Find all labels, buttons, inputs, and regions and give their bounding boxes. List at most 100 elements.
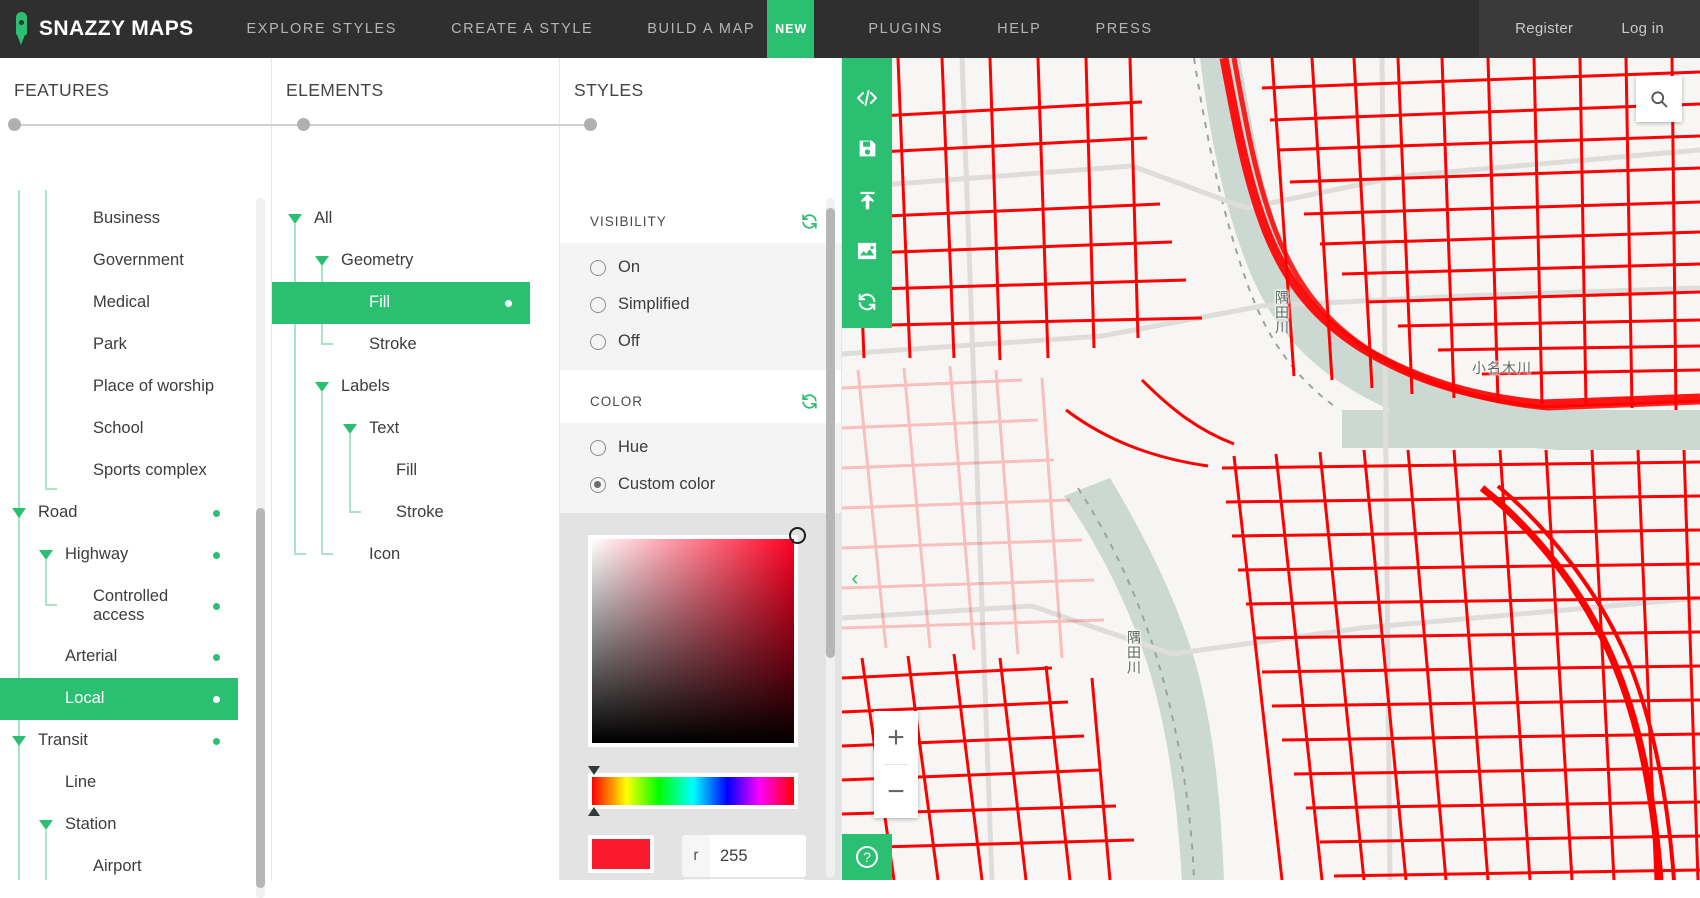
styles-scroll-area[interactable]: VISIBILITY On Simplified Off xyxy=(560,190,841,880)
login-link[interactable]: Log in xyxy=(1597,0,1688,58)
publish-style-button[interactable] xyxy=(842,174,892,225)
preview-image-button[interactable] xyxy=(842,226,892,277)
features-item-transit[interactable]: Transit xyxy=(0,720,238,762)
reset-style-button[interactable] xyxy=(842,277,892,328)
radio-simplified-icon[interactable] xyxy=(590,297,606,313)
elements-item-text[interactable]: Text xyxy=(272,408,530,450)
map-label-canal: 小名木川 xyxy=(1472,358,1532,378)
styles-panel: STYLES VISIBILITY On Simplified xyxy=(560,58,842,880)
map-search-button[interactable] xyxy=(1636,76,1682,122)
elements-item-all[interactable]: All xyxy=(272,198,530,240)
elements-item-stroke[interactable]: Stroke xyxy=(272,324,530,366)
chevron-down-icon[interactable] xyxy=(39,550,53,560)
reset-color-icon[interactable] xyxy=(800,392,819,411)
elements-item-stroke[interactable]: Stroke xyxy=(272,492,530,534)
features-item-school[interactable]: School xyxy=(0,408,238,450)
saturation-value-cursor[interactable] xyxy=(789,527,806,544)
features-item-station[interactable]: Station xyxy=(0,804,238,846)
color-value-row: r g xyxy=(588,835,813,880)
features-item-government[interactable]: Government xyxy=(0,240,238,282)
features-item-medical[interactable]: Medical xyxy=(0,282,238,324)
styled-indicator-dot xyxy=(213,738,220,745)
map-canvas[interactable] xyxy=(842,58,1700,880)
saturation-value-gradient[interactable] xyxy=(592,539,794,743)
zoom-out-button[interactable]: − xyxy=(874,765,918,818)
chevron-down-icon[interactable] xyxy=(12,736,26,746)
radio-on-icon[interactable] xyxy=(590,260,606,276)
color-option-hue[interactable]: Hue xyxy=(560,429,841,466)
help-button[interactable]: ? xyxy=(842,834,892,880)
current-color-swatch[interactable] xyxy=(588,835,654,873)
elements-item-icon[interactable]: Icon xyxy=(272,534,530,576)
nav-label: BUILD A MAP xyxy=(647,0,755,58)
features-item-park[interactable]: Park xyxy=(0,324,238,366)
nav-press[interactable]: PRESS xyxy=(1068,0,1179,58)
features-item-business[interactable]: Business xyxy=(0,198,238,240)
features-item-line[interactable]: Line xyxy=(0,762,238,804)
features-panel: FEATURES BusinessGovernmentMedicalParkPl… xyxy=(0,58,272,880)
collapse-panels-button[interactable]: ‹ xyxy=(842,556,868,602)
radio-off-icon[interactable] xyxy=(590,334,606,350)
features-item-airport[interactable]: Airport xyxy=(0,846,238,880)
styles-scrollbar-thumb[interactable] xyxy=(826,208,835,658)
elements-item-geometry[interactable]: Geometry xyxy=(272,240,530,282)
elements-item-labels[interactable]: Labels xyxy=(272,366,530,408)
elements-item-fill[interactable]: Fill xyxy=(272,282,530,324)
chevron-down-icon[interactable] xyxy=(39,820,53,830)
elements-item-label: Fill xyxy=(369,293,390,312)
r-channel-input[interactable] xyxy=(710,835,806,877)
brand-logo[interactable]: SNAZZY MAPS xyxy=(0,0,220,58)
save-style-button[interactable] xyxy=(842,123,892,174)
zoom-in-button[interactable]: + xyxy=(874,711,918,764)
chevron-down-icon[interactable] xyxy=(315,382,329,392)
chevron-down-icon[interactable] xyxy=(315,256,329,266)
visibility-option-on[interactable]: On xyxy=(560,249,841,286)
nav-create-a-style[interactable]: CREATE A STYLE xyxy=(424,0,620,58)
features-item-highway[interactable]: Highway xyxy=(0,534,238,576)
features-item-sports-complex[interactable]: Sports complex xyxy=(0,450,238,492)
map-label-river-2: 隅田川 xyxy=(1124,630,1144,675)
hue-slider[interactable] xyxy=(588,773,798,809)
reset-visibility-icon[interactable] xyxy=(800,212,819,231)
elements-item-label: All xyxy=(314,209,332,228)
map-label-river-1: 隅田川 xyxy=(1272,290,1292,335)
features-item-controlled-access[interactable]: Controlled access xyxy=(0,576,238,636)
nav-explore-styles[interactable]: EXPLORE STYLES xyxy=(220,0,425,58)
nav-help[interactable]: HELP xyxy=(970,0,1068,58)
hue-gradient[interactable] xyxy=(592,777,794,805)
features-scrollbar[interactable] xyxy=(256,198,265,898)
register-link[interactable]: Register xyxy=(1491,0,1597,58)
nav-build-a-map[interactable]: BUILD A MAP NEW xyxy=(620,0,841,58)
elements-scroll-area[interactable]: AllGeometryFillStrokeLabelsTextFillStrok… xyxy=(272,190,559,880)
r-channel-label: r xyxy=(682,835,710,877)
nav-plugins[interactable]: PLUGINS xyxy=(841,0,970,58)
features-item-place-of-worship[interactable]: Place of worship xyxy=(0,366,238,408)
nav-label: PRESS xyxy=(1095,0,1152,58)
map-preview[interactable]: 隅田川 隅田川 小名木川 xyxy=(842,58,1700,880)
chevron-down-icon[interactable] xyxy=(343,424,357,434)
chevron-down-icon[interactable] xyxy=(288,214,302,224)
features-item-label: Park xyxy=(93,335,127,354)
features-item-road[interactable]: Road xyxy=(0,492,238,534)
nav-label: EXPLORE STYLES xyxy=(247,0,398,58)
saturation-value-field[interactable] xyxy=(588,535,798,747)
styles-scrollbar[interactable] xyxy=(826,198,835,878)
radio-hue-icon[interactable] xyxy=(590,440,606,456)
radio-custom-color-icon[interactable] xyxy=(590,477,606,493)
visibility-option-simplified[interactable]: Simplified xyxy=(560,286,841,323)
color-option-custom[interactable]: Custom color xyxy=(560,466,841,503)
features-scrollbar-thumb[interactable] xyxy=(256,508,265,888)
color-heading: COLOR xyxy=(590,394,643,409)
features-item-local[interactable]: Local xyxy=(0,678,238,720)
view-code-button[interactable] xyxy=(842,72,892,123)
zoom-controls: + − xyxy=(874,711,918,818)
elements-item-fill[interactable]: Fill xyxy=(272,450,530,492)
elements-item-label: Labels xyxy=(341,377,390,396)
features-item-label: Line xyxy=(65,773,96,792)
features-item-arterial[interactable]: Arterial xyxy=(0,636,238,678)
chevron-down-icon[interactable] xyxy=(12,508,26,518)
visibility-option-off[interactable]: Off xyxy=(560,323,841,360)
nav-label: HELP xyxy=(997,0,1041,58)
elements-item-label: Icon xyxy=(369,545,400,564)
features-scroll-area[interactable]: BusinessGovernmentMedical Park Place of wo… xyxy=(0,190,271,880)
